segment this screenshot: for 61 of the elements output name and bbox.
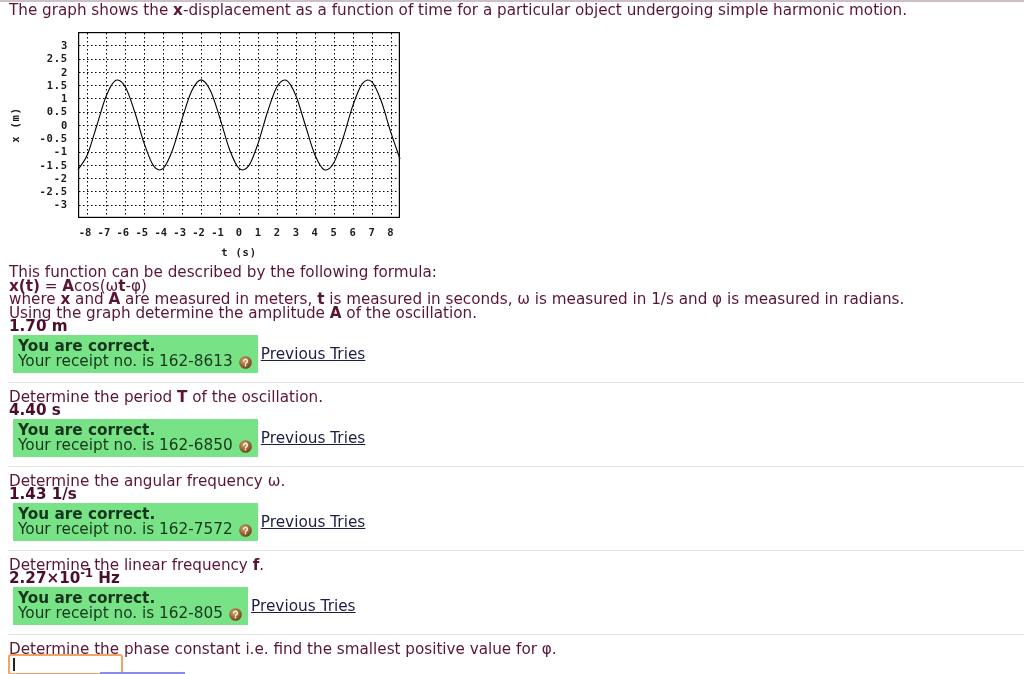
axis-tick-label: 0 [235, 226, 243, 238]
axis-tick-label: 3 [60, 39, 68, 51]
axis-tick-label: -1.5 [39, 158, 68, 171]
axis-tick-label: 5 [330, 226, 337, 238]
question-text: Determine the period T of the oscillation. [9, 390, 323, 404]
axis-tick-label: -1 [53, 145, 68, 158]
axis-tick-label: -7 [97, 226, 111, 238]
axis-tick-label: 4 [311, 226, 318, 238]
axis-tick-label: 7 [368, 226, 375, 238]
axis-tick-label: -6 [116, 226, 130, 238]
feedback-title: You are correct. [18, 506, 156, 521]
axis-tick-label: 6 [349, 226, 356, 238]
question-text: This function can be described by the following formula: [9, 266, 437, 280]
question-text: where x and A are measured in meters, t is measured in seconds, ω is measured in 1/s and φ is measured in radians. [9, 293, 905, 307]
axis-tick-label: -5 [135, 226, 149, 238]
axis-tick-label: 8 [387, 226, 394, 238]
answer-text: 1.43 1/s [9, 488, 77, 502]
previous-tries-link[interactable]: Previous Tries [260, 345, 366, 362]
axis-tick-label: 2.5 [46, 52, 68, 65]
axis-tick-label: -4 [154, 226, 168, 238]
receipt-text: Your receipt no. is 162-805 [18, 605, 224, 620]
text-cursor-icon [13, 658, 15, 671]
axis-tick-label: 3 [292, 226, 299, 238]
question-text: Using the graph determine the amplitude A of the oscillation. [9, 306, 478, 320]
axis-tick-label: 2 [273, 226, 281, 238]
answer-field[interactable] [8, 654, 123, 674]
feedback-title: You are correct. [18, 422, 156, 437]
axis-tick-label: 2 [60, 65, 68, 78]
axis-tick-label: 0 [60, 118, 68, 131]
axis-tick-label: -1 [211, 226, 224, 238]
axis-tick-label: 0.5 [46, 105, 68, 118]
receipt-text: Your receipt no. is 162-8613 [18, 353, 233, 368]
receipt-text: Your receipt no. is 162-7572 [18, 521, 233, 536]
feedback-title: You are correct. [18, 590, 156, 605]
intro-text: The graph shows the x-displacement as a function of time for a particular object undergoing simple harmonic motion. [9, 2, 908, 18]
help-icon[interactable] [229, 607, 243, 621]
axis-title: x (m) [9, 107, 21, 143]
axis-tick-label: 1 [60, 92, 68, 105]
axis-tick-label: 1 [254, 226, 262, 238]
axis-tick-label: -2 [53, 171, 68, 184]
help-icon[interactable] [238, 355, 252, 369]
help-icon[interactable] [238, 439, 252, 453]
axis-tick-label: -8 [78, 226, 92, 238]
axis-tick-label: -2.5 [39, 185, 68, 198]
axis-tick-label: -3 [53, 198, 68, 211]
answer-text: 1.70 m [9, 320, 68, 334]
axis-tick-label: -3 [173, 226, 186, 238]
question-text: Determine the phase constant i.e. find the smallest positive value for φ. [9, 642, 557, 656]
feedback-title: You are correct. [18, 338, 156, 353]
help-icon[interactable] [238, 523, 252, 537]
previous-tries-link[interactable]: Previous Tries [251, 597, 356, 614]
previous-tries-link[interactable]: Previous Tries [260, 513, 366, 530]
axis-tick-label: -2 [192, 226, 205, 238]
axis-tick-label: 1.5 [46, 78, 68, 91]
receipt-text: Your receipt no. is 162-6850 [18, 437, 233, 452]
question-text: Determine the angular frequency ω. [9, 474, 286, 488]
axis-tick-label: -0.5 [39, 132, 68, 144]
answer-text: 4.40 s [9, 404, 61, 418]
question-text: x(t) = Acos(ωt-φ) [9, 279, 147, 293]
axis-title: t (s) [221, 246, 257, 258]
previous-tries-link[interactable]: Previous Tries [260, 429, 366, 446]
